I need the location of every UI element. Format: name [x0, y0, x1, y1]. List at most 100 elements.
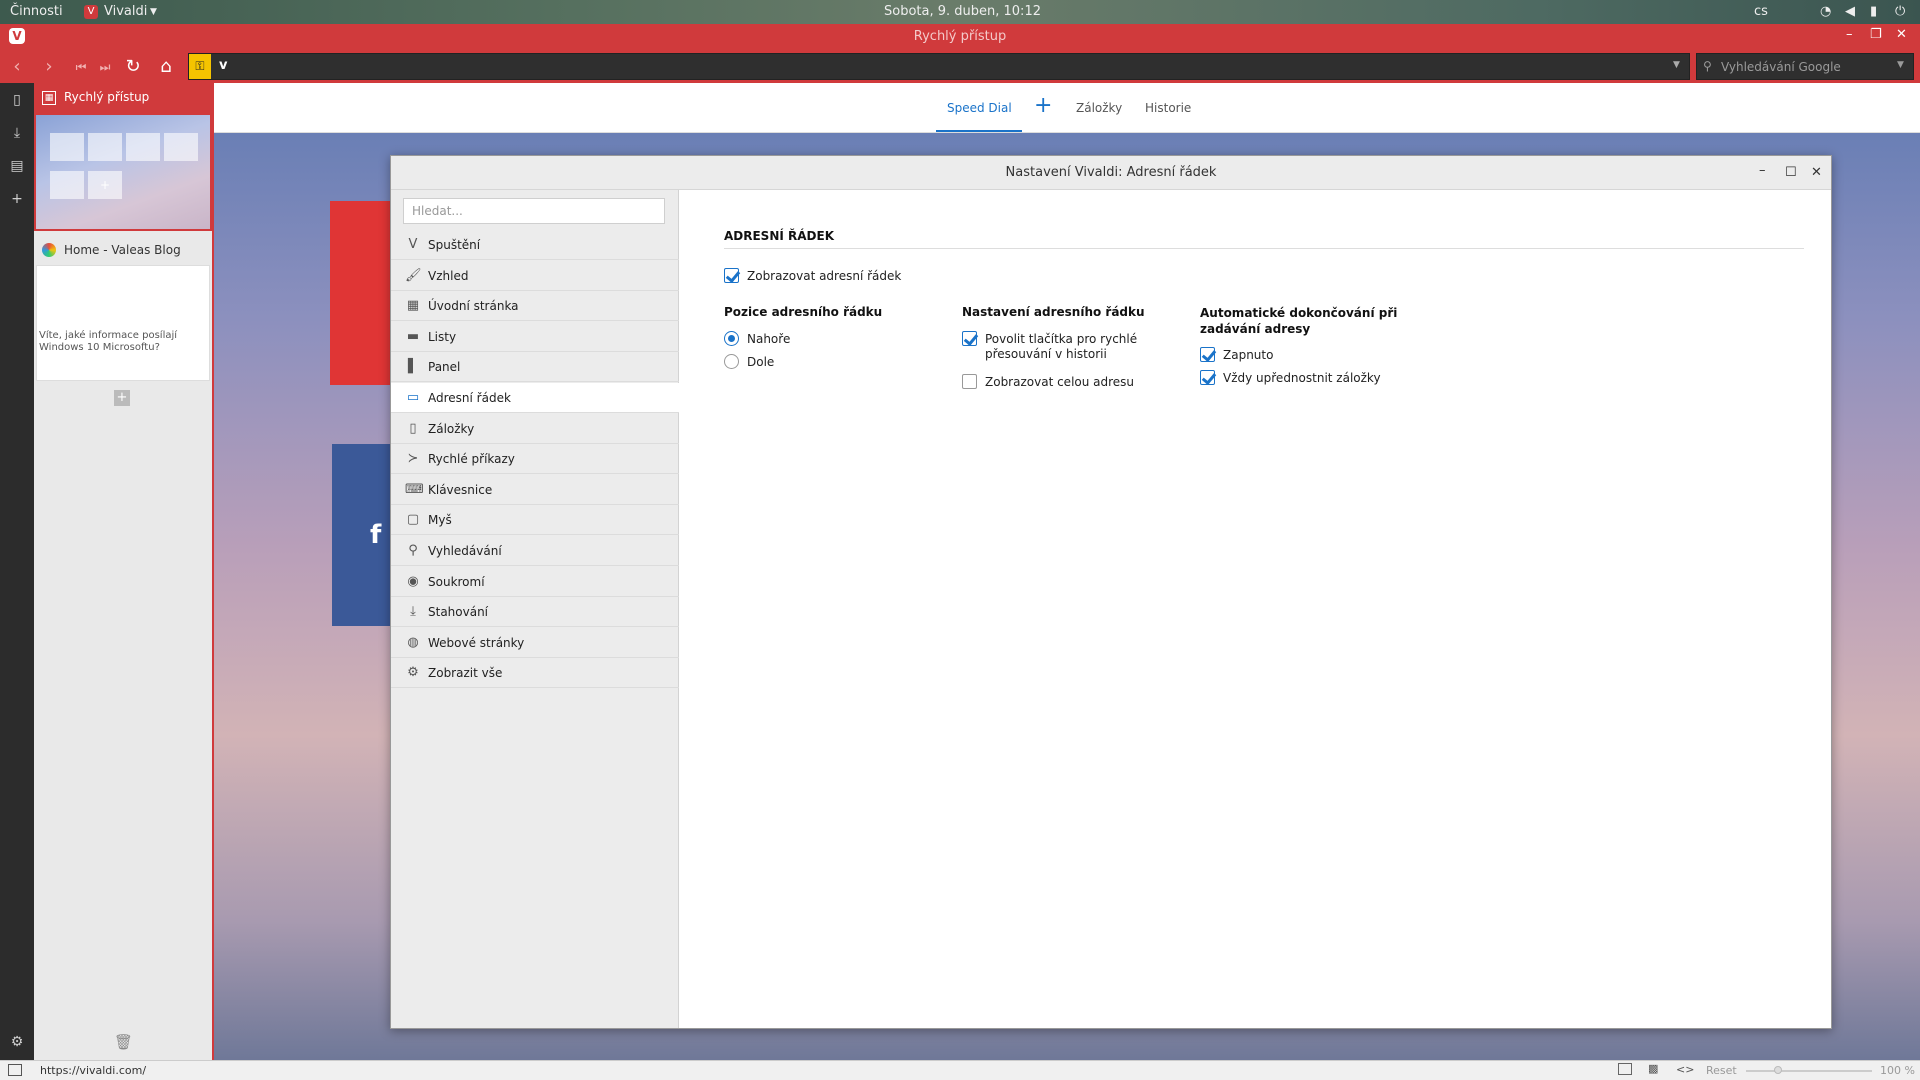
favicon-icon	[42, 243, 56, 257]
settings-menu-item[interactable]: V Spuštění	[391, 230, 679, 260]
download-icon: ⤓	[410, 604, 416, 620]
settings-menu-item[interactable]: ▯ Záložky	[391, 414, 679, 444]
search-placeholder: Hledat...	[412, 204, 463, 218]
window-title-bar: V Rychlý přístup – ❐ ✕	[0, 24, 1920, 50]
settings-menu-item[interactable]: 🖌 Vzhled	[391, 261, 679, 291]
settings-menu-item[interactable]: ⤓ Stahování	[391, 597, 679, 628]
position-top-radio[interactable]	[724, 331, 739, 346]
activities-button[interactable]: Činnosti	[10, 4, 63, 19]
settings-menu-item[interactable]: ⌨ Klávesnice	[391, 475, 679, 505]
zoom-slider[interactable]	[1746, 1070, 1872, 1072]
gear-icon: ⚙	[407, 665, 419, 681]
settings-menu-item[interactable]: ▢ Myš	[391, 505, 679, 536]
settings-menu-label: Soukromí	[428, 574, 485, 589]
settings-menu-label: Adresní řádek	[428, 391, 511, 405]
app-menu[interactable]: Vivaldi	[104, 4, 147, 19]
history-buttons-checkbox[interactable]	[962, 331, 977, 346]
back-icon[interactable]: ‹	[6, 56, 28, 78]
zoom-slider-handle[interactable]	[1774, 1066, 1782, 1074]
tab-history-view[interactable]: Historie	[1145, 101, 1191, 115]
settings-menu-label: Myš	[428, 513, 452, 528]
eye-icon: ◉	[407, 573, 419, 589]
settings-menu-item[interactable]: ⚲ Vyhledávání	[391, 536, 679, 566]
language-indicator[interactable]: cs	[1754, 4, 1768, 19]
autocomplete-on-label: Zapnuto	[1223, 348, 1274, 362]
trash-icon[interactable]: 🗑	[114, 1033, 133, 1051]
settings-menu-label: Zobrazit vše	[428, 666, 503, 681]
vivaldi-site-icon: v	[219, 58, 228, 73]
chevron-down-icon[interactable]: ▼	[1673, 60, 1680, 70]
vivaldi-icon: V	[408, 237, 418, 252]
prefer-bookmarks-checkbox[interactable]	[1200, 370, 1215, 385]
clock[interactable]: Sobota, 9. duben, 10:12	[884, 4, 1041, 19]
tab-speed-dial-view[interactable]: Speed Dial	[947, 101, 1012, 115]
settings-menu-item[interactable]: ⚙ Zobrazit vše	[391, 658, 679, 689]
volume-icon: ◀	[1845, 4, 1855, 19]
notes-panel-icon[interactable]: ▤	[8, 157, 26, 175]
home-icon[interactable]: ⌂	[155, 56, 177, 78]
show-address-bar-checkbox[interactable]	[724, 268, 739, 283]
rewind-icon[interactable]: ⏮	[70, 56, 92, 78]
settings-menu-label: Rychlé příkazy	[428, 452, 515, 467]
tiling-icon[interactable]	[1618, 1063, 1632, 1075]
zoom-reset-button[interactable]: Reset	[1706, 1064, 1737, 1077]
settings-search-input[interactable]: Hledat...	[403, 198, 665, 224]
settings-menu-item[interactable]: ◉ Soukromí	[391, 567, 679, 597]
add-panel-icon[interactable]: +	[8, 190, 26, 208]
facebook-tile[interactable]: f	[332, 444, 390, 626]
settings-menu-item[interactable]: ▦ Úvodní stránka	[391, 291, 679, 322]
forward-icon[interactable]: ›	[38, 56, 60, 78]
settings-menu-label: Úvodní stránka	[428, 299, 519, 314]
settings-menu-label: Klávesnice	[428, 482, 493, 497]
settings-menu-item[interactable]: ▌ Panel	[391, 352, 679, 383]
search-field[interactable]: ⚲ Vyhledávání Google ▼	[1696, 53, 1914, 80]
tab-bookmarks-view[interactable]: Záložky	[1076, 101, 1122, 115]
settings-menu-label: Stahování	[428, 605, 489, 620]
bookmarks-panel-icon[interactable]: ▯	[8, 91, 26, 109]
wifi-icon: ◔	[1820, 4, 1832, 19]
position-bottom-radio[interactable]	[724, 354, 739, 369]
add-speed-dial-button[interactable]: +	[1034, 93, 1052, 118]
maximize-icon[interactable]: ☐	[1785, 156, 1797, 190]
bookmark-icon: ▯	[409, 420, 417, 436]
key-icon[interactable]: ⚿	[189, 54, 211, 79]
settings-menu-item[interactable]: ≻ Rychlé příkazy	[391, 444, 679, 475]
close-icon[interactable]: ✕	[1811, 156, 1822, 190]
autocomplete-on-checkbox[interactable]	[1200, 347, 1215, 362]
chevron-down-icon[interactable]: ▼	[1897, 60, 1904, 70]
tab-label: Home - Valeas Blog	[64, 243, 181, 257]
globe-icon: ◍	[407, 634, 419, 650]
restore-icon[interactable]: ❐	[1870, 27, 1882, 42]
section-title: ADRESNÍ ŘÁDEK	[724, 229, 834, 243]
tab-valeas-blog[interactable]: Home - Valeas Blog Víte, jaké informace …	[34, 235, 212, 383]
new-tab-icon[interactable]: +	[114, 390, 130, 406]
close-icon[interactable]: ✕	[1896, 27, 1907, 42]
address-field[interactable]: ⚿ v ▼	[188, 53, 1690, 80]
settings-menu-label: Vzhled	[428, 268, 469, 283]
images-icon[interactable]: ▩	[1648, 1062, 1658, 1075]
settings-menu-item[interactable]: ▬ Listy	[391, 322, 679, 352]
settings-menu-label: Panel	[428, 360, 461, 375]
power-icon[interactable]: ⏻	[1895, 4, 1905, 19]
code-icon[interactable]: <>	[1676, 1063, 1694, 1076]
fast-forward-icon[interactable]: ⏭	[94, 56, 116, 78]
reload-icon[interactable]: ↻	[122, 56, 144, 78]
downloads-panel-icon[interactable]: ⤓	[8, 124, 26, 142]
panel-icon: ▌	[408, 359, 418, 375]
settings-menu-item[interactable]: ◍ Webové stránky	[391, 628, 679, 658]
settings-gear-icon[interactable]: ⚙	[8, 1033, 26, 1051]
thumbnail-text: Víte, jaké informace posílají Windows 10…	[39, 330, 178, 353]
settings-menu-label: Webové stránky	[428, 635, 525, 650]
section-divider	[724, 248, 1804, 249]
minimize-icon[interactable]: –	[1846, 27, 1853, 42]
window-title: Rychlý přístup	[913, 29, 1007, 44]
grid-icon: ▦	[42, 91, 56, 105]
speed-dial-tile[interactable]	[330, 201, 390, 385]
full-address-checkbox[interactable]	[962, 374, 977, 389]
address-bar-icon: ▭	[406, 390, 420, 405]
panel-toggle-icon[interactable]	[8, 1064, 22, 1076]
minimize-icon[interactable]: –	[1759, 154, 1766, 188]
settings-menu-item[interactable]: ▭ Adresní řádek	[391, 383, 679, 413]
search-icon: ⚲	[1703, 59, 1712, 73]
tab-speed-dial[interactable]: ▦ Rychlý přístup +	[34, 83, 212, 231]
